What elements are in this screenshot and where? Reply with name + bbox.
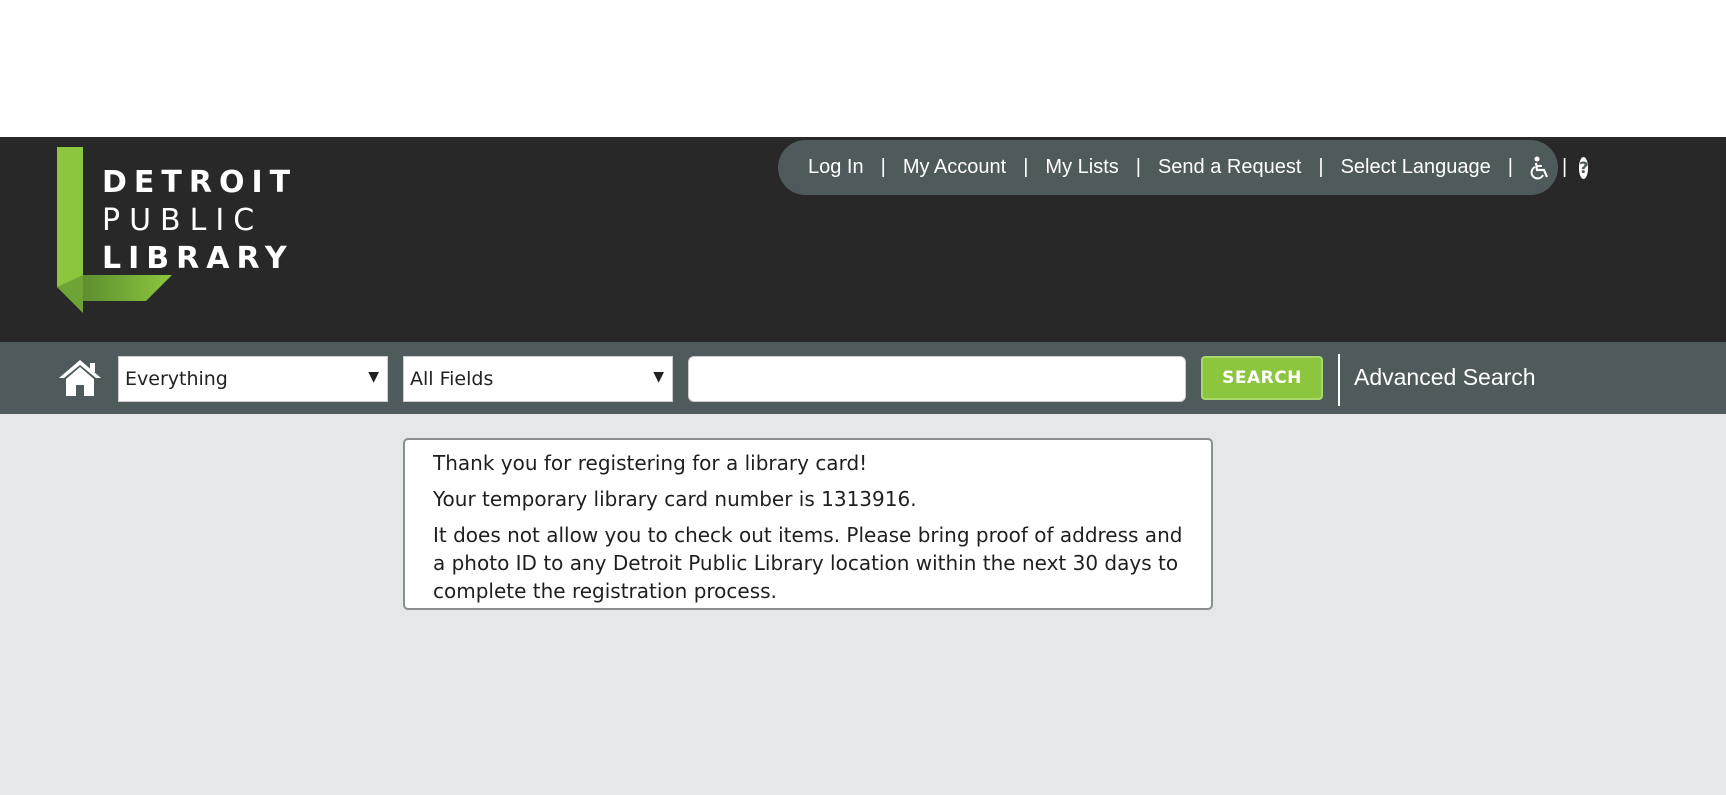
search-button[interactable]: SEARCH	[1201, 356, 1323, 400]
nav-separator: |	[1507, 156, 1513, 178]
dropdown-arrow-icon: ▼	[653, 369, 664, 385]
nav-log-in[interactable]: Log In	[808, 156, 864, 179]
message-card-number: Your temporary library card number is 13…	[433, 487, 917, 511]
divider	[1338, 354, 1340, 406]
library-logo[interactable]: DETROIT PUBLIC LIBRARY	[57, 147, 297, 315]
search-bar: Everything ▼ All Fields ▼ SEARCH Advance…	[0, 342, 1726, 414]
top-nav: Log In | My Account | My Lists | Send a …	[778, 140, 1589, 195]
nav-separator: |	[1135, 156, 1141, 178]
message-instructions: It does not allow you to check out items…	[433, 523, 1183, 603]
logo-word-detroit: DETROIT	[102, 165, 298, 200]
nav-my-account[interactable]: My Account	[903, 156, 1006, 179]
home-icon[interactable]	[57, 358, 103, 398]
nav-separator: |	[1561, 156, 1568, 178]
nav-select-language[interactable]: Select Language	[1341, 156, 1491, 179]
advanced-search-link[interactable]: Advanced Search	[1354, 364, 1536, 391]
search-input[interactable]	[688, 356, 1186, 402]
main-content: Thank you for registering for a library …	[0, 414, 1726, 795]
dropdown-arrow-icon: ▼	[368, 369, 379, 385]
search-scope-select[interactable]: Everything ▼	[118, 356, 388, 402]
nav-separator: |	[1318, 156, 1324, 178]
help-icon[interactable]: ?	[1579, 156, 1589, 179]
logo-wordmark: DETROIT PUBLIC LIBRARY	[102, 164, 297, 278]
search-field-select[interactable]: All Fields ▼	[403, 356, 673, 402]
logo-word-library: LIBRARY	[102, 241, 294, 276]
message-thank-you: Thank you for registering for a library …	[433, 451, 868, 475]
site-header: DETROIT PUBLIC LIBRARY Log In | My Accou…	[0, 137, 1726, 342]
search-scope-value: Everything	[125, 368, 228, 390]
nav-separator: |	[1023, 156, 1029, 178]
nav-my-lists[interactable]: My Lists	[1045, 156, 1118, 179]
search-field-value: All Fields	[410, 368, 494, 390]
logo-word-public: PUBLIC	[102, 203, 264, 238]
nav-send-request[interactable]: Send a Request	[1158, 156, 1301, 179]
wheelchair-icon[interactable]	[1530, 156, 1550, 180]
nav-separator: |	[880, 156, 886, 178]
registration-message: Thank you for registering for a library …	[403, 438, 1213, 610]
